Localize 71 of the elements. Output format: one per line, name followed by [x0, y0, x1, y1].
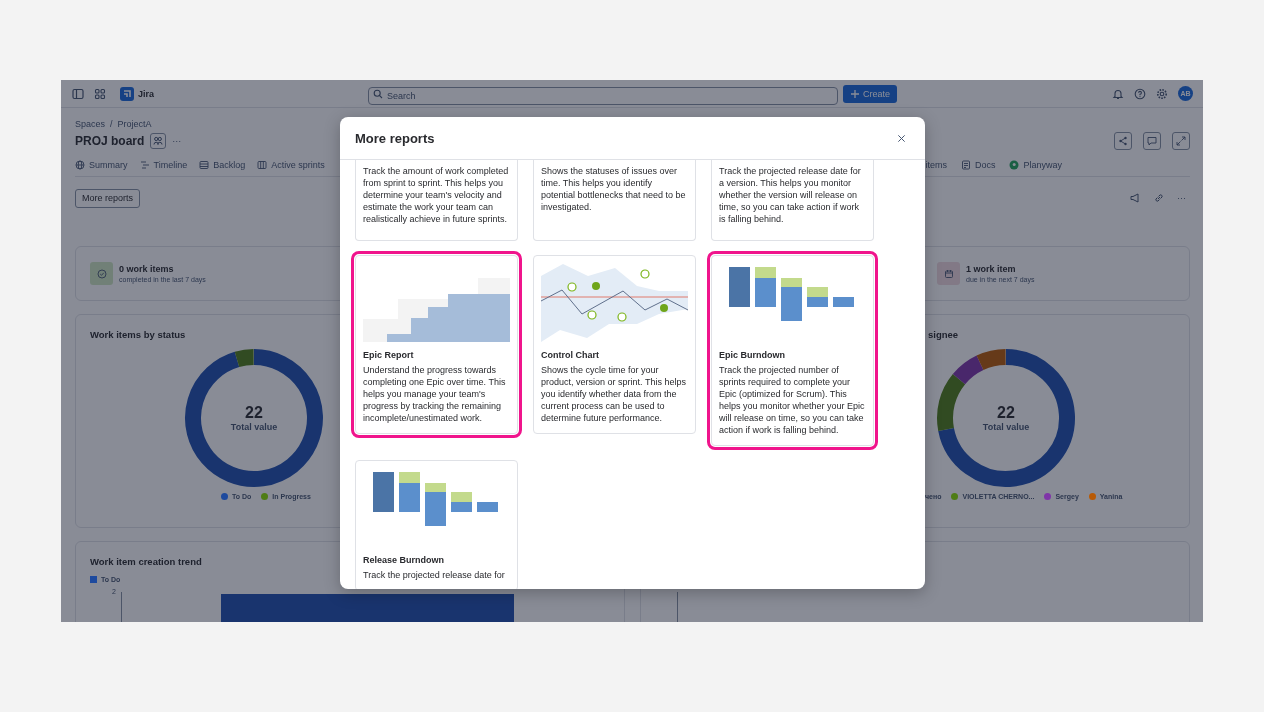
more-menu[interactable]: ···	[172, 136, 182, 146]
nav-tab[interactable]: Summary	[75, 160, 128, 170]
board-icon	[257, 160, 268, 170]
expand-icon	[1176, 136, 1186, 146]
settings-icon[interactable]	[1156, 87, 1168, 100]
timeline-icon	[139, 160, 150, 170]
notifications-icon[interactable]	[1112, 87, 1124, 100]
nav-tab[interactable]: Backlog	[199, 160, 246, 170]
report-title: Epic Burndown	[719, 350, 786, 360]
report-card[interactable]: Track the projected release date for a version. This helps you monitor whether the version will release on time, so you can take action if work is falling behind.	[711, 160, 874, 241]
jira-logo-icon[interactable]	[120, 86, 134, 101]
share-button[interactable]	[1114, 132, 1132, 150]
people-icon	[153, 136, 164, 146]
nav-tab[interactable]: Docs	[960, 160, 996, 170]
report-description: Track the amount of work completed from sprint to sprint. This helps you determine your team's velocity and estimate the work your team can realistically achieve in future sprints.	[363, 165, 510, 225]
nav-tab[interactable]: items	[925, 160, 947, 170]
fullscreen-button[interactable]	[1172, 132, 1190, 150]
breadcrumb-link[interactable]: Spaces	[75, 119, 106, 129]
sidebar-toggle-icon[interactable]	[72, 87, 84, 100]
nav-tab[interactable]: Active sprints	[257, 160, 325, 170]
report-description: Shows the cycle time for your product, version or sprint. This helps you identify whether data from the current process can be used to determine future performance.	[541, 364, 687, 424]
feedback-button[interactable]	[1143, 132, 1161, 150]
report-title: Release Burndown	[363, 555, 446, 565]
search-icon	[373, 88, 383, 99]
report-description: Track the projected release date for	[363, 569, 506, 581]
report-card[interactable]: Release Burndown Track the projected release date for	[355, 460, 518, 589]
report-card[interactable]: Control Chart Shows the cycle time for your product, version or sprint. This helps you identify whether data from the current process can be used to determine future performance.	[533, 255, 696, 434]
breadcrumb-link[interactable]: ProjectA	[117, 119, 152, 129]
total-value: 22	[997, 404, 1015, 422]
document-icon	[960, 160, 971, 170]
chart-title: Work items by status	[90, 329, 186, 340]
report-description: Shows the statuses of issues over time. This helps you identify potential bottlenecks that need to be investigated.	[541, 165, 687, 213]
share-icon	[1118, 136, 1128, 146]
search-field[interactable]: Search	[368, 86, 838, 105]
nav-tab[interactable]: Timeline	[139, 160, 188, 170]
board-title: PROJ board	[75, 134, 145, 148]
speech-bubble-icon	[1147, 136, 1157, 146]
breadcrumb-separator: /	[110, 119, 113, 129]
total-value: 22	[245, 404, 263, 422]
total-label: Total value	[982, 422, 1030, 432]
report-card[interactable]: Shows the statuses of issues over time. This helps you identify potential bottlenecks that need to be investigated.	[533, 160, 696, 241]
megaphone-icon[interactable]	[1129, 192, 1141, 204]
y-axis-line	[121, 592, 122, 622]
report-description: Track the projected number of sprints required to complete your Epic (optimized for Scrum). This helps you monitor whether your Epic will release on time, so you can take action if work is falling behind.	[719, 364, 866, 436]
total-label: Total value	[230, 422, 278, 432]
team-button[interactable]	[150, 133, 167, 149]
report-title: Control Chart	[541, 350, 600, 360]
report-description: Understand the progress towards completing one Epic over time. This helps you manage your team's progress by tracking the remaining incomplete/unestimated work.	[363, 364, 507, 424]
nav-tab[interactable]: Planyway	[1009, 160, 1062, 170]
more-reports-button[interactable]: More reports	[75, 188, 141, 208]
globe-icon	[75, 160, 85, 170]
link-icon[interactable]	[1153, 192, 1165, 204]
chart-title: signee	[928, 329, 959, 340]
create-button[interactable]: Create	[843, 84, 897, 103]
report-title: Epic Report	[363, 350, 415, 360]
report-description: Track the projected release date for a version. This helps you monitor whether the version will release on time, so you can take action if work is falling behind.	[719, 165, 862, 225]
app-logo-icon	[1009, 160, 1020, 170]
dialog-title: More reports	[355, 130, 435, 146]
check-circle-icon	[96, 268, 107, 279]
app-switcher-icon[interactable]	[94, 87, 106, 100]
help-icon[interactable]	[1134, 87, 1146, 100]
stat-title: 1 work item	[966, 264, 1017, 274]
stat-title: 0 work items	[119, 264, 175, 274]
report-card[interactable]: Track the amount of work completed from sprint to sprint. This helps you determine your team's velocity and estimate the work your team can realistically achieve in future sprints.	[355, 160, 518, 241]
list-icon	[199, 160, 210, 170]
chart-title: Work item creation trend	[90, 556, 202, 567]
calendar-icon	[943, 268, 954, 279]
close-icon[interactable]	[897, 133, 906, 143]
more-menu[interactable]: ···	[1177, 193, 1190, 203]
plus-icon	[850, 88, 860, 99]
product-name: Jira	[138, 88, 154, 99]
